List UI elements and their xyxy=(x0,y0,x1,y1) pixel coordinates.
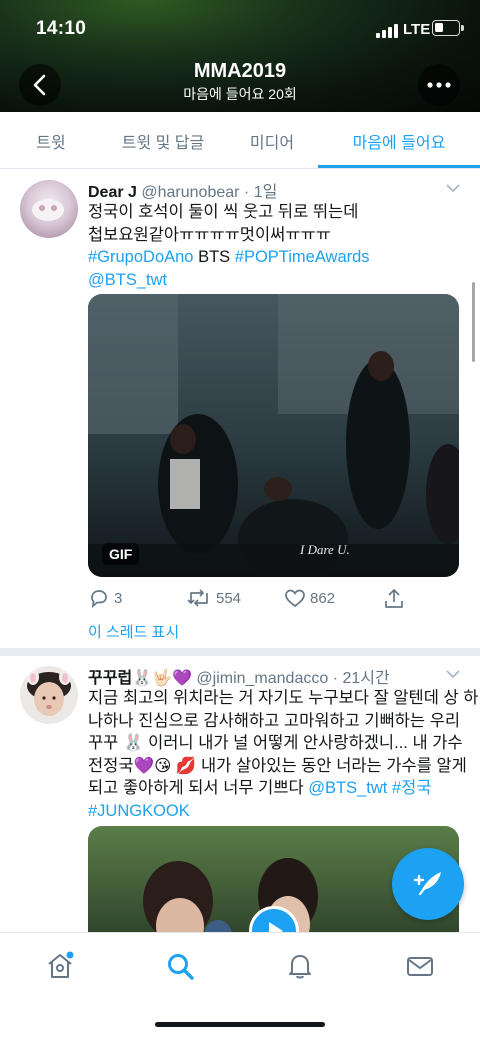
tweet-media-gif[interactable]: I Dare U. GIF xyxy=(88,294,459,577)
status-bar: 14:10 LTE xyxy=(0,0,480,58)
heart-icon xyxy=(285,589,305,608)
gif-watermark: I Dare U. xyxy=(299,542,350,557)
search-icon xyxy=(168,954,194,980)
profile-header: 14:10 LTE MMA2019 마음에 들어요 20회 xyxy=(0,0,480,112)
tweet-text-line: 첩보요원같아ㅠㅠㅠㅠ멋이써ㅠㅠㅠ xyxy=(88,225,331,244)
tweet-text-fragment: 되고 좋아하게 되서 너무 기쁘다 xyxy=(88,779,309,797)
mention-link[interactable]: @BTS_twt xyxy=(88,271,167,289)
hashtag-link[interactable]: #GrupoDoAno xyxy=(88,248,194,266)
home-tab[interactable] xyxy=(45,951,75,981)
signal-icon xyxy=(376,24,400,38)
messages-icon xyxy=(407,957,433,976)
tweet-text-line: 정국이 호석이 둘이 씩 웃고 뒤로 뛰는데 xyxy=(88,203,359,221)
tab-tweets[interactable]: 트윗 xyxy=(0,112,102,169)
active-tab-indicator xyxy=(318,165,480,168)
tweet-header: Dear J @harunobear · 1일 xyxy=(88,184,278,201)
chevron-down-icon[interactable] xyxy=(445,669,461,679)
chevron-down-icon[interactable] xyxy=(445,183,461,193)
tweet-actions: 3 554 862 xyxy=(88,588,428,612)
retweet-count: 554 xyxy=(216,589,242,607)
avatar[interactable] xyxy=(20,180,78,238)
play-button[interactable] xyxy=(249,906,299,932)
reply-button[interactable]: 3 xyxy=(88,588,122,608)
tweet-text: 지금 최고의 위치라는 거 자기도 누구보다 잘 알텐데 상 하 나하나 진심으… xyxy=(88,687,479,822)
tweet-header: 꾸꾸럽🐰🤟🏻💜 @jimin_mandacco · 21시간 xyxy=(88,670,390,687)
tab-media[interactable]: 미디어 xyxy=(224,112,320,169)
like-count: 862 xyxy=(310,589,336,607)
reply-count: 3 xyxy=(114,589,123,607)
share-button[interactable] xyxy=(384,588,404,610)
like-button[interactable]: 862 xyxy=(284,588,335,608)
tab-likes[interactable]: 마음에 들어요 xyxy=(318,112,480,169)
hashtag-link[interactable]: #정국 xyxy=(387,779,432,797)
page-title: MMA2019 xyxy=(193,60,287,82)
notifications-icon xyxy=(289,955,311,979)
messages-tab[interactable] xyxy=(405,951,435,981)
tweet-text: 정국이 호석이 둘이 씩 웃고 뒤로 뛰는데 첩보요원같아ㅠㅠㅠㅠ멋이써ㅠㅠㅠ … xyxy=(88,201,463,291)
tweet[interactable]: Dear J @harunobear · 1일 정국이 호석이 둘이 씩 웃고 … xyxy=(0,170,480,648)
battery-icon xyxy=(432,20,464,36)
author-name[interactable]: Dear J xyxy=(88,184,137,201)
avatar[interactable] xyxy=(20,666,78,724)
home-indicator xyxy=(155,1022,325,1027)
retweet-button[interactable]: 554 xyxy=(186,588,241,608)
author-handle[interactable]: @jimin_mandacco xyxy=(196,670,328,687)
tweet-text-line: 전정국💜😘 💋 내가 살아있는 동안 너라는 가수를 알게 xyxy=(88,756,467,775)
tweet-text-line: 나하나 진심으로 감사해하고 고마워하고 기뻐하는 우리 xyxy=(88,711,461,730)
play-icon xyxy=(269,922,283,932)
gif-badge: GIF xyxy=(102,543,140,565)
profile-tabs: 트윗 트윗 및 답글 미디어 마음에 들어요 xyxy=(0,112,480,169)
gif-image: I Dare U. xyxy=(88,294,459,577)
search-tab[interactable] xyxy=(165,951,195,981)
page-subtitle: 마음에 들어요 20회 xyxy=(183,86,297,102)
reply-icon xyxy=(91,590,107,608)
share-icon xyxy=(385,589,403,608)
mention-link[interactable]: @BTS_twt xyxy=(308,779,387,797)
hashtag-link[interactable]: #POPTimeAwards xyxy=(235,248,370,266)
home-icon xyxy=(48,951,74,978)
tab-tweets-replies[interactable]: 트윗 및 답글 xyxy=(102,112,224,169)
author-handle[interactable]: @harunobear xyxy=(141,184,239,201)
show-thread-link[interactable]: 이 스레드 표시 xyxy=(88,621,179,642)
tweet-text-line: 지금 최고의 위치라는 거 자기도 누구보다 잘 알텐데 상 하 xyxy=(88,689,479,707)
notifications-tab[interactable] xyxy=(285,951,315,981)
tweet-text-fragment: BTS xyxy=(193,248,235,266)
tweet-time: 21시간 xyxy=(342,670,390,687)
scrollbar[interactable] xyxy=(472,282,475,362)
compose-tweet-icon xyxy=(413,872,441,896)
tweet-feed[interactable]: Dear J @harunobear · 1일 정국이 호석이 둘이 씩 웃고 … xyxy=(0,170,480,932)
tweet-time: 1일 xyxy=(253,184,278,201)
retweet-icon xyxy=(187,589,208,607)
tweet-text-line: 꾸꾸 🐰 이러니 내가 널 어떻게 안사랑하겠니... 내 가수 xyxy=(88,734,463,752)
compose-tweet-button[interactable] xyxy=(392,848,464,920)
divider xyxy=(0,648,480,656)
network-label: LTE xyxy=(403,21,431,38)
more-dots-icon xyxy=(427,82,451,88)
hashtag-link[interactable]: #JUNGKOOK xyxy=(88,802,190,820)
more-button[interactable] xyxy=(418,64,460,106)
status-time: 14:10 xyxy=(36,18,87,39)
author-name[interactable]: 꾸꾸럽🐰🤟🏻💜 xyxy=(88,670,192,687)
